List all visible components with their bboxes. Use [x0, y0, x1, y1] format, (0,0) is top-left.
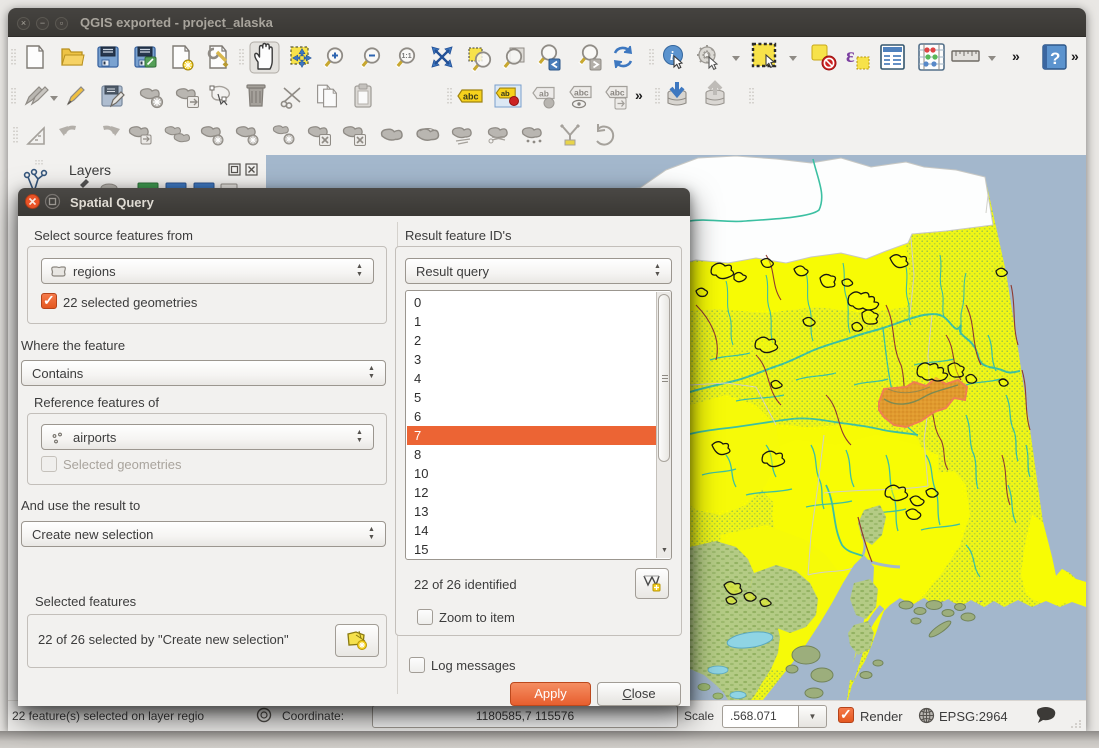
svg-text:abc: abc: [610, 88, 625, 98]
svg-text:1:1: 1:1: [402, 53, 412, 60]
svg-text:?: ?: [1050, 49, 1060, 68]
svg-text:i: i: [670, 48, 674, 63]
svg-text:abc: abc: [574, 88, 589, 98]
svg-text:ab: ab: [539, 89, 549, 99]
svg-text:ε: ε: [846, 45, 855, 67]
